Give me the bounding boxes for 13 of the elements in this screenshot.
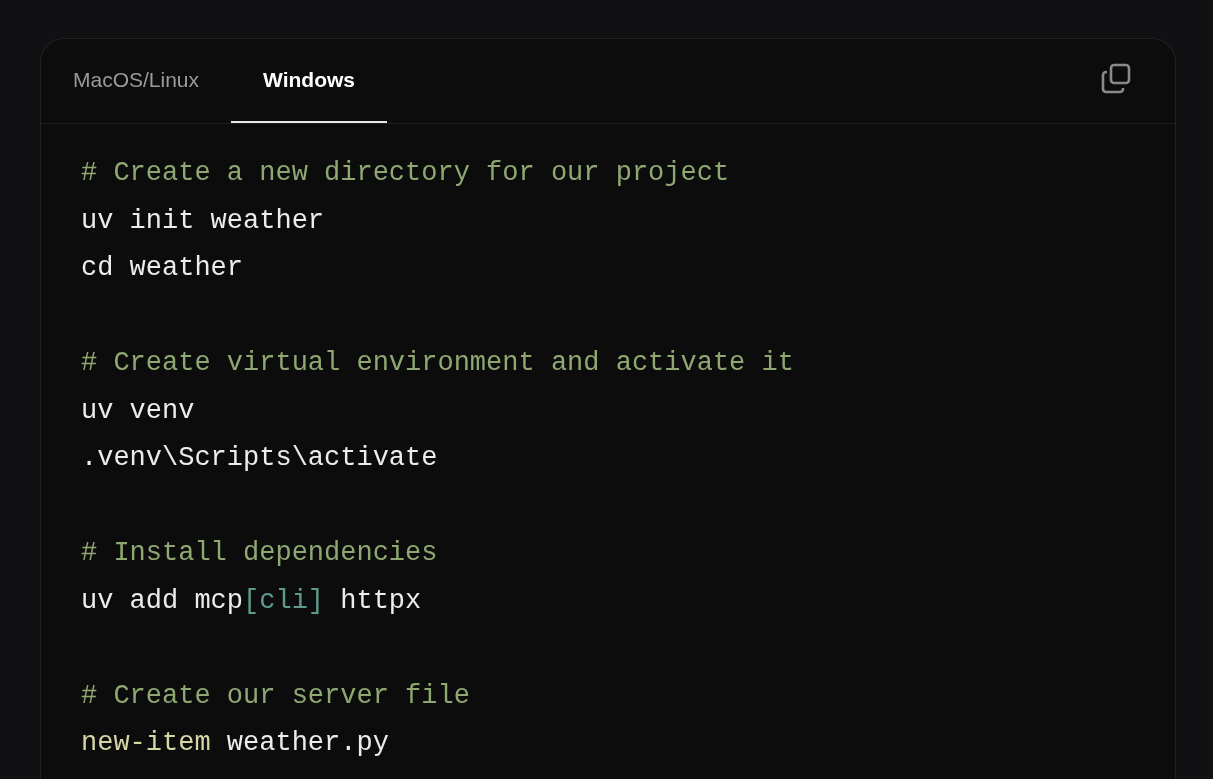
code-line: new-item weather.py: [81, 727, 389, 760]
code-comment: # Create a new directory for our project: [81, 157, 730, 190]
code-comment: # Create virtual environment and activate it: [81, 347, 794, 380]
tab[interactable]: Windows: [231, 39, 388, 123]
code-line: uv init weather: [81, 204, 325, 238]
code-comment: # Install dependencies: [81, 537, 438, 570]
code-line: uv venv: [81, 394, 195, 428]
copy-icon[interactable]: [1099, 62, 1133, 96]
code-comment: # Create our server file: [81, 679, 470, 713]
tab[interactable]: MacOS/Linux: [41, 39, 232, 123]
code-line: uv add mcp[cli] httpx: [81, 584, 422, 618]
code-line: cd weather: [81, 252, 244, 285]
code-line: .venv\Scripts\activate: [81, 442, 438, 475]
